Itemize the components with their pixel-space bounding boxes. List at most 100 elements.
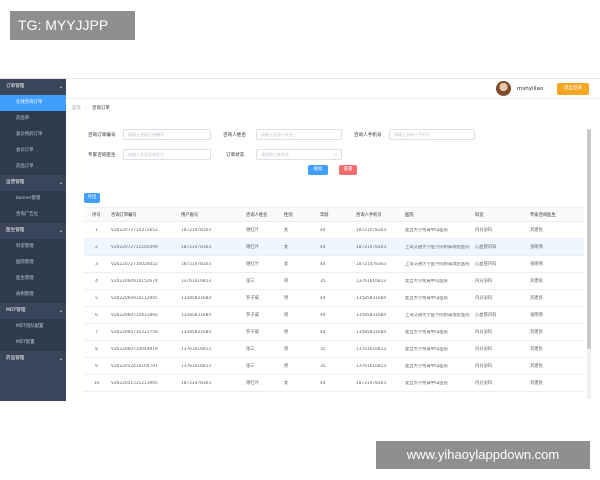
table-cell: 刘建民	[530, 296, 543, 301]
table-cell: 内分泌科	[475, 330, 493, 335]
order-no-label: 咨询订单编号	[88, 133, 116, 138]
watermark-bottom: www.yihaoylappdown.com	[376, 441, 590, 469]
tab-home[interactable]: 首页	[72, 105, 81, 111]
table-cell: 13585831684	[181, 295, 212, 301]
table-cell: 女	[284, 381, 289, 386]
sidebar-group-label: 医生管理	[6, 228, 25, 233]
consultant-name-label: 咨询人姓名	[223, 133, 246, 138]
sidebar-item[interactable]: banner管理	[0, 191, 66, 207]
table-row[interactable]: 5 V2022060914112945 13585831684 罗子威 男 44 13585…	[84, 290, 584, 307]
table-cell: 13761616813	[356, 278, 387, 284]
column-header: 专家咨询医生	[530, 212, 556, 218]
sidebar-item[interactable]: 医院管理	[0, 255, 66, 271]
table-cell: V2022051511213995	[111, 380, 158, 386]
table-cell: 刘建民	[530, 364, 543, 369]
column-header: 性别	[284, 212, 293, 218]
column-header: 咨询人手机号	[356, 212, 382, 218]
sidebar-group[interactable]: 药品管理 ▴	[0, 351, 66, 367]
order-no-input[interactable]: 请输入咨询订单编号	[123, 129, 211, 140]
phone-input[interactable]: 请输入咨询人手机号	[389, 129, 475, 140]
chevron-up-icon: ▴	[59, 84, 62, 89]
avatar[interactable]	[496, 81, 511, 96]
column-header: 年龄	[320, 212, 329, 218]
sidebar: 订单管理 ▴ 在线咨询订单 药品单 复诊用药订单 会诊订单 药品订单 运营管理 ▴ banner管…	[0, 79, 66, 401]
status-select[interactable]: 请选择订单状态 ▾	[256, 149, 342, 160]
table-cell: V2022072716024052	[111, 261, 158, 267]
sidebar-group[interactable]: 医生管理 ▴	[0, 223, 66, 239]
table-cell: 44	[320, 329, 326, 335]
table-cell: 9	[95, 363, 98, 369]
table-cell: 心血管内科	[475, 262, 497, 267]
status-select-placeholder: 请选择订单状态	[261, 152, 289, 157]
username[interactable]: mshyiliao	[517, 79, 543, 99]
table-cell: V2022060710431892	[111, 312, 158, 318]
chevron-up-icon: ▴	[59, 228, 62, 233]
table-row[interactable]: 7 V2022060710323756 13585831684 罗子威 男 44 13585…	[84, 324, 584, 341]
table-cell: 13761616813	[356, 363, 387, 369]
table-cell: 张晓燕	[530, 245, 543, 250]
column-header: 序号	[92, 212, 101, 218]
table-cell: 18721478303	[356, 380, 387, 386]
sidebar-item[interactable]: MDT团队配置	[0, 319, 66, 335]
table-row[interactable]: 4 V2022060914152674 13761616813 张三 男 35 137616…	[84, 273, 584, 290]
logout-button[interactable]: 退出登录	[557, 83, 589, 95]
table-cell: V2022060710323756	[111, 329, 158, 335]
reset-button[interactable]: 重置	[339, 165, 357, 175]
table-header-row: 序号 咨询订单编号 用户账号 咨询人姓名 性别 年龄 咨询人手机号 医院 科室 专家咨询医生	[84, 208, 584, 222]
table-cell: 18721478303	[181, 244, 212, 250]
table-cell: 罗子威	[246, 330, 259, 335]
search-button[interactable]: 搜索	[308, 165, 328, 175]
export-button[interactable]: 导出	[84, 193, 100, 203]
sidebar-group[interactable]: 运营管理 ▴	[0, 175, 66, 191]
consultant-name-input[interactable]: 请输入咨询人姓名	[256, 129, 342, 140]
table-cell: 8	[95, 346, 98, 352]
sidebar-item[interactable]: MDT配置	[0, 335, 66, 351]
sidebar-item[interactable]: 咨询广告位	[0, 207, 66, 223]
doctor-input[interactable]: 请输入专家咨询医生	[123, 149, 211, 160]
table-cell: 心血管内科	[475, 245, 497, 250]
sidebar-group[interactable]: 订单管理 ▴	[0, 79, 66, 95]
column-header: 用户账号	[181, 212, 199, 218]
sidebar-item[interactable]: 医生管理	[0, 271, 66, 287]
table-cell: 男	[284, 330, 289, 335]
table-row[interactable]: 6 V2022060710431892 13585831684 罗子威 男 49 13585…	[84, 307, 584, 324]
scrollbar-thumb[interactable]	[587, 129, 591, 349]
sidebar-item[interactable]: 会诊订单	[0, 143, 66, 159]
table-row[interactable]: 2 V2022072711505499 18721478303 谢红叶 女 44 18721…	[84, 239, 584, 256]
status-label: 订单状态	[226, 153, 245, 158]
table-row[interactable]: 8 V2022060710044919 13761616813 张三 男 35 137616…	[84, 341, 584, 358]
table-cell: 10	[93, 380, 100, 386]
table-cell: 刘建民	[530, 381, 543, 386]
sidebar-item[interactable]: 药品单	[0, 111, 66, 127]
table-cell: 35	[320, 278, 326, 284]
table-cell: 44	[320, 295, 326, 301]
tab-consult-orders[interactable]: 咨询订单	[92, 105, 110, 111]
table-cell: 男	[284, 364, 289, 369]
vertical-scrollbar[interactable]	[587, 129, 591, 399]
sidebar-item[interactable]: 药品订单	[0, 159, 66, 175]
table-cell: 刘建民	[530, 347, 543, 352]
table-cell: 7	[95, 329, 98, 335]
table-cell: 3	[95, 261, 98, 267]
sidebar-group-label: 药品管理	[6, 356, 25, 361]
table-cell: 心血管内科	[475, 313, 497, 318]
table-cell: 4	[95, 278, 98, 284]
orders-table: 序号 咨询订单编号 用户账号 咨询人姓名 性别 年龄 咨询人手机号 医院 科室 专家咨询医生 1 V…	[84, 207, 584, 392]
table-row[interactable]: 9 V2022052416104791 13761616813 张三 男 35 137616…	[84, 358, 584, 375]
sidebar-item[interactable]: 在线咨询订单	[0, 95, 66, 111]
sidebar-item[interactable]: 复诊用药订单	[0, 127, 66, 143]
table-cell: 44	[320, 244, 326, 250]
table-cell: 18721478303	[181, 261, 212, 267]
sidebar-item[interactable]: 科室管理	[0, 239, 66, 255]
table-row[interactable]: 1 V2022072714372652 18721478303 谢红叶 女 44 18721…	[84, 222, 584, 239]
sidebar-group[interactable]: MDT管理 ▴	[0, 303, 66, 319]
table-cell: 复旦大学附属中山医院	[405, 227, 448, 233]
table-cell: 刘建民	[530, 228, 543, 233]
table-cell: V2022072714372652	[111, 227, 158, 233]
table-row[interactable]: 10 V2022051511213995 18721478303 谢红叶 女 44 1872…	[84, 375, 584, 392]
breadcrumb-tabs: 首页 / 咨询订单	[72, 102, 110, 114]
sidebar-item[interactable]: 病例管理	[0, 287, 66, 303]
table-row[interactable]: 3 V2022072716024052 18721478303 谢红叶 女 44 18721…	[84, 256, 584, 273]
table-cell: 18721478303	[181, 380, 212, 386]
table-cell: 13585831684	[356, 295, 387, 301]
